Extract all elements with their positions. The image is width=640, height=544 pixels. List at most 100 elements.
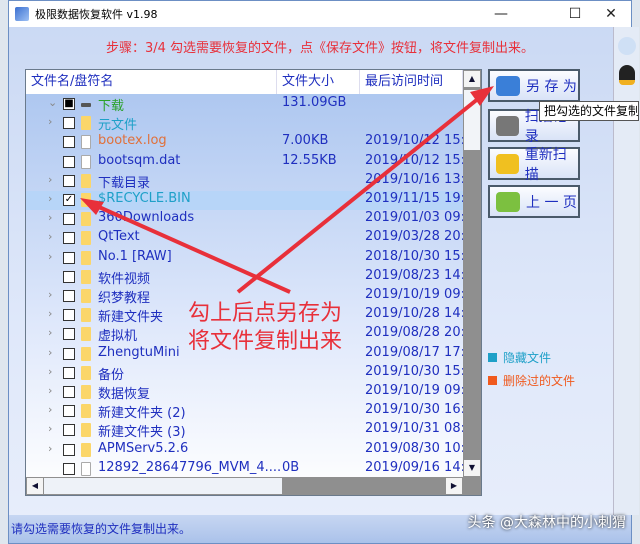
table-row[interactable]: › 新建文件夹 (3) 2019/10/31 08:5	[26, 421, 473, 441]
table-row[interactable]: › ✓ $RECYCLE.BIN 2019/11/15 19:4	[26, 191, 473, 210]
row-checkbox[interactable]	[63, 290, 75, 302]
file-date: 2018/10/30 15:4	[365, 248, 474, 264]
file-date: 2019/08/28 20:2	[365, 325, 474, 341]
table-row[interactable]: › 备份 2019/10/30 15:2	[26, 364, 473, 383]
folder-icon	[81, 365, 91, 380]
scroll-up-arrow[interactable]: ▲	[464, 71, 480, 87]
row-checkbox[interactable]	[63, 136, 75, 149]
table-row[interactable]: bootsqm.dat 12.55KB 2019/10/12 15:5	[26, 153, 473, 172]
file-name: 360Downloads	[98, 210, 195, 226]
folder-icon	[81, 231, 91, 246]
table-row[interactable]: bootex.log 7.00KB 2019/10/12 15:5	[26, 133, 473, 152]
file-size: 0B	[282, 459, 300, 475]
minimize-button[interactable]: —	[479, 1, 523, 27]
expand-chevron-icon[interactable]: ›	[48, 288, 52, 301]
row-checkbox[interactable]	[63, 347, 75, 360]
legend-swatch	[488, 376, 497, 385]
row-checkbox[interactable]	[63, 174, 75, 187]
file-tree-list[interactable]: 文件名/盘符名 文件大小 最后访问时间 ⌄ ■ 下载 131.09GB › 元文…	[25, 69, 482, 496]
expand-chevron-icon[interactable]: ›	[48, 365, 52, 378]
file-date: 2019/08/30 10:2	[365, 440, 474, 456]
drive-icon	[81, 103, 91, 107]
row-checkbox[interactable]	[63, 155, 75, 168]
file-name: 新建文件夹 (3)	[98, 425, 186, 441]
table-row[interactable]: › APMServ5.2.6 2019/08/30 10:2	[26, 441, 473, 460]
folder-icon	[81, 423, 91, 438]
column-size[interactable]: 文件大小	[277, 70, 360, 94]
expand-chevron-icon[interactable]: ›	[48, 230, 52, 243]
button-refresh[interactable]: 重新扫描	[488, 147, 580, 183]
row-checkbox[interactable]	[63, 270, 75, 283]
expand-chevron-icon[interactable]: ›	[48, 326, 52, 339]
row-checkbox[interactable]	[63, 405, 75, 418]
expand-chevron-icon[interactable]: ›	[48, 442, 52, 455]
file-name: $RECYCLE.BIN	[98, 191, 191, 206]
expand-chevron-icon[interactable]: ›	[48, 115, 52, 128]
file-size: 131.09GB	[282, 95, 347, 110]
expand-chevron-icon[interactable]: ›	[48, 403, 52, 416]
expand-chevron-icon[interactable]: ›	[48, 422, 52, 435]
legend-hidden-files: 隐藏文件	[488, 349, 551, 366]
row-checkbox[interactable]: ✓	[63, 194, 75, 206]
row-checkbox[interactable]	[63, 424, 75, 437]
expand-chevron-icon[interactable]: ›	[48, 250, 52, 263]
folder-icon	[81, 212, 91, 227]
file-name: 虚拟机	[98, 329, 138, 345]
scroll-left-arrow[interactable]: ◀	[27, 478, 43, 494]
table-row[interactable]: › 下载目录 2019/10/16 13:4	[26, 172, 473, 191]
row-checkbox[interactable]	[63, 232, 75, 245]
button-back-arrow[interactable]: 上 一 页	[488, 185, 580, 218]
table-row[interactable]: 软件视频 2019/08/23 14:0	[26, 268, 473, 287]
button-label: 重新扫描	[524, 146, 567, 183]
scroll-right-arrow[interactable]: ▶	[446, 478, 462, 494]
button-save-as[interactable]: 另 存 为	[488, 69, 580, 102]
vertical-scrollbar[interactable]: ▲ ▼	[463, 70, 481, 495]
file-name: No.1 [RAW]	[98, 248, 172, 264]
list-header: 文件名/盘符名 文件大小 最后访问时间	[26, 70, 463, 94]
scroll-down-arrow[interactable]: ▼	[464, 460, 480, 476]
horizontal-scroll-thumb[interactable]	[44, 478, 282, 494]
row-checkbox[interactable]	[63, 462, 75, 475]
row-checkbox[interactable]	[63, 366, 75, 379]
legend-deleted-files: 删除过的文件	[488, 372, 575, 389]
expand-chevron-icon[interactable]: ›	[48, 211, 52, 224]
close-button[interactable]: ✕	[589, 1, 633, 27]
table-row[interactable]: › QtText 2019/03/28 20:1	[26, 229, 473, 248]
folder-icon	[81, 442, 91, 457]
expand-chevron-icon[interactable]: ›	[48, 384, 52, 397]
row-checkbox[interactable]	[63, 213, 75, 226]
folder-icon	[81, 346, 91, 361]
row-checkbox[interactable]	[63, 386, 75, 398]
table-row[interactable]: › 360Downloads 2019/01/03 09:4	[26, 210, 473, 229]
file-date: 2019/10/12 15:5	[365, 133, 474, 149]
vertical-scroll-thumb[interactable]	[464, 90, 480, 150]
file-name: 软件视频	[98, 271, 151, 287]
file-name: 下载目录	[98, 175, 151, 191]
step-instruction: 步骤：3/4 勾选需要恢复的文件，点《保存文件》按钮，将文件复制出来。	[105, 41, 535, 56]
legend-label: 隐藏文件	[503, 351, 552, 365]
table-row[interactable]: › 元文件	[26, 114, 463, 133]
expand-chevron-icon[interactable]: ›	[48, 346, 52, 359]
expand-chevron-icon[interactable]: ›	[48, 307, 52, 320]
table-row[interactable]: › 数据恢复 2019/10/19 09:3	[26, 383, 473, 402]
row-checkbox[interactable]	[63, 443, 75, 456]
folder-icon	[81, 250, 91, 265]
table-row[interactable]: 12892_28647796_MVM_4.... 0B 2019/09/16 1…	[26, 459, 473, 479]
expand-chevron-icon[interactable]: ⌄	[48, 96, 57, 109]
column-date[interactable]: 最后访问时间	[360, 70, 463, 94]
table-row[interactable]: ⌄ ■ 下载 131.09GB	[26, 95, 463, 114]
row-checkbox[interactable]	[63, 328, 75, 341]
row-checkbox[interactable]: ■	[63, 98, 75, 110]
expand-chevron-icon[interactable]: ›	[48, 192, 52, 205]
horizontal-scrollbar[interactable]: ◀ ▶	[26, 477, 463, 495]
table-row[interactable]: › 新建文件夹 (2) 2019/10/30 16:1	[26, 402, 473, 421]
file-date: 2019/03/28 20:1	[365, 229, 474, 245]
row-checkbox[interactable]	[63, 117, 75, 130]
table-row[interactable]: › No.1 [RAW] 2018/10/30 15:4	[26, 248, 473, 268]
row-checkbox[interactable]	[63, 309, 75, 322]
column-name[interactable]: 文件名/盘符名	[26, 70, 277, 94]
file-name: 数据恢复	[98, 387, 151, 402]
button-label: 上 一 页	[526, 194, 577, 211]
row-checkbox[interactable]	[63, 251, 75, 264]
expand-chevron-icon[interactable]: ›	[48, 173, 52, 186]
